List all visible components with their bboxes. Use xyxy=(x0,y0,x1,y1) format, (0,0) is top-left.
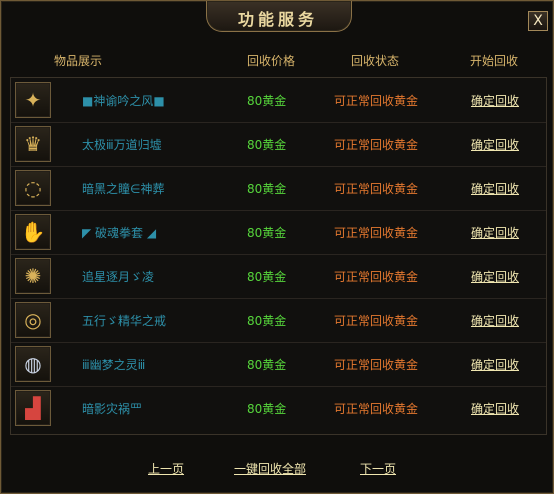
necklace-glyph: ◌ xyxy=(24,176,42,200)
confirm-recycle-button[interactable]: 确定回收 xyxy=(471,92,519,109)
item-price: 80黄金 xyxy=(247,402,287,416)
header-item-display: 物品展示 xyxy=(54,54,103,68)
table-row: ◌ 暗黑之瞳∈神葬 80黄金 可正常回收黄金 确定回收 xyxy=(11,166,546,211)
glove-icon[interactable]: ✋ xyxy=(15,214,51,250)
title-banner: 功能服务 xyxy=(206,1,352,32)
item-status: 可正常回收黄金 xyxy=(334,270,419,284)
item-name: 暗影灾祸罒 xyxy=(82,402,143,416)
header-start-recycle: 开始回收 xyxy=(470,54,519,68)
item-price: 80黄金 xyxy=(247,226,287,240)
golden-armor-icon[interactable]: ✦ xyxy=(15,82,51,118)
next-page-button[interactable]: 下一页 xyxy=(360,460,396,477)
table-row: ◎ 五行ゞ精华之戒 80黄金 可正常回收黄金 确定回收 xyxy=(11,298,546,343)
silver-ring-glyph: ◍ xyxy=(24,352,42,376)
boots-icon[interactable]: ▟ xyxy=(15,390,51,426)
item-price: 80黄金 xyxy=(247,270,287,284)
item-table: ✦ ■神谕吟之风■ 80黄金 可正常回收黄金 确定回收 ♛ 太极ⅲ万道归墟 80… xyxy=(10,77,547,435)
item-status: 可正常回收黄金 xyxy=(334,138,419,152)
table-row: ◍ ⅲ幽梦之灵ⅲ 80黄金 可正常回收黄金 确定回收 xyxy=(11,342,546,387)
golden-armor-glyph: ✦ xyxy=(24,88,42,112)
item-name: ⅲ幽梦之灵ⅲ xyxy=(82,358,146,372)
item-name: 追星逐月ゞ凌 xyxy=(82,270,155,284)
table-row: ▟ 暗影灾祸罒 80黄金 可正常回收黄金 确定回收 xyxy=(11,386,546,430)
item-status: 可正常回收黄金 xyxy=(334,226,419,240)
confirm-recycle-button[interactable]: 确定回收 xyxy=(471,224,519,241)
confirm-recycle-button[interactable]: 确定回收 xyxy=(471,136,519,153)
confirm-recycle-button[interactable]: 确定回收 xyxy=(471,400,519,417)
item-name: ■神谕吟之风■ xyxy=(82,94,165,108)
item-price: 80黄金 xyxy=(247,314,287,328)
confirm-recycle-button[interactable]: 确定回收 xyxy=(471,312,519,329)
header-recycle-status: 回收状态 xyxy=(351,54,400,68)
ring-glyph: ◎ xyxy=(24,308,42,332)
silver-ring-icon[interactable]: ◍ xyxy=(15,346,51,382)
confirm-recycle-button[interactable]: 确定回收 xyxy=(471,268,519,285)
item-price: 80黄金 xyxy=(247,182,287,196)
table-row: ✦ ■神谕吟之风■ 80黄金 可正常回收黄金 确定回收 xyxy=(11,78,546,123)
table-row: ✋ ◤ 破魂拳套 ◢ 80黄金 可正常回收黄金 确定回收 xyxy=(11,210,546,255)
table-row: ✺ 追星逐月ゞ凌 80黄金 可正常回收黄金 确定回收 xyxy=(11,254,546,299)
item-name: 暗黑之瞳∈神葬 xyxy=(82,182,165,196)
prev-page-button[interactable]: 上一页 xyxy=(148,460,184,477)
helmet-icon[interactable]: ♛ xyxy=(15,126,51,162)
function-service-window: 功能服务 X 物品展示 回收价格 回收状态 开始回收 ✦ ■神谕吟之风■ 80黄… xyxy=(0,0,554,494)
item-status: 可正常回收黄金 xyxy=(334,182,419,196)
recycle-all-button[interactable]: 一键回收全部 xyxy=(234,460,306,477)
confirm-recycle-button[interactable]: 确定回收 xyxy=(471,356,519,373)
item-status: 可正常回收黄金 xyxy=(334,314,419,328)
item-status: 可正常回收黄金 xyxy=(334,358,419,372)
bracelet-glyph: ✺ xyxy=(24,264,42,288)
item-price: 80黄金 xyxy=(247,94,287,108)
confirm-recycle-button[interactable]: 确定回收 xyxy=(471,180,519,197)
bracelet-icon[interactable]: ✺ xyxy=(15,258,51,294)
item-status: 可正常回收黄金 xyxy=(334,94,419,108)
item-price: 80黄金 xyxy=(247,358,287,372)
pagination-bar: 上一页 一键回收全部 下一页 xyxy=(1,460,554,480)
ring-icon[interactable]: ◎ xyxy=(15,302,51,338)
item-name: 太极ⅲ万道归墟 xyxy=(82,138,162,152)
close-button[interactable]: X xyxy=(528,11,548,31)
item-price: 80黄金 xyxy=(247,138,287,152)
item-status: 可正常回收黄金 xyxy=(334,402,419,416)
item-name: 五行ゞ精华之戒 xyxy=(82,314,167,328)
window-title: 功能服务 xyxy=(237,10,318,29)
boots-glyph: ▟ xyxy=(25,396,41,420)
table-row: ♛ 太极ⅲ万道归墟 80黄金 可正常回收黄金 确定回收 xyxy=(11,122,546,167)
header-recycle-price: 回收价格 xyxy=(247,54,296,68)
necklace-icon[interactable]: ◌ xyxy=(15,170,51,206)
table-header: 物品展示 回收价格 回收状态 开始回收 xyxy=(1,52,554,68)
item-name: ◤ 破魂拳套 ◢ xyxy=(82,226,157,240)
helmet-glyph: ♛ xyxy=(24,132,42,156)
glove-glyph: ✋ xyxy=(20,220,46,244)
